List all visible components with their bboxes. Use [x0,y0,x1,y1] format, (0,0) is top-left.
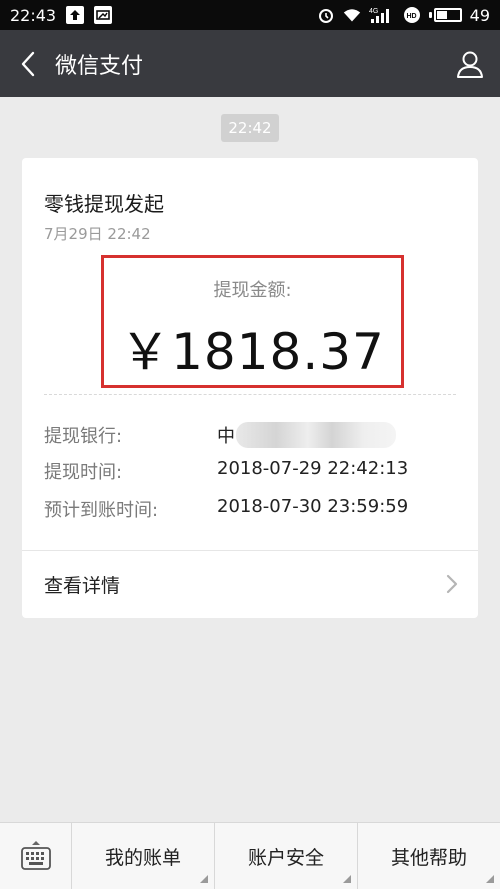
signal-icon: 4G [369,6,395,24]
battery-body [433,8,462,22]
alarm-icon [317,6,335,24]
back-button[interactable] [0,30,55,97]
chevron-right-icon [446,574,458,594]
status-right: 4G HD 49 [317,6,490,25]
network-type: 4G [369,8,378,15]
battery-fill [436,11,448,19]
detail-key: 预计到账时间: [44,500,159,521]
person-icon [457,51,483,78]
page-title: 微信支付 [55,53,144,79]
keyboard-toggle-button[interactable] [0,823,72,889]
card-date: 7月29日 22:42 [44,225,151,243]
detail-value: 2018-07-29 22:42:13 [217,458,409,479]
status-left: 22:43 [10,5,113,25]
wifi-icon [343,6,361,24]
menu-label: 其他帮助 [390,846,467,869]
withdrawal-card: 零钱提现发起 7月29日 22:42 提现金额: ￥1818.37 提现银行: … [22,158,478,618]
upload-icon [66,6,85,24]
amount-highlight-box: 提现金额: ￥1818.37 [101,255,404,388]
submenu-indicator-icon [200,875,208,883]
detail-key: 提现银行: [44,426,123,447]
status-time: 22:43 [10,5,57,25]
menu-my-bills[interactable]: 我的账单 [72,823,215,889]
menu-label: 账户安全 [247,846,324,869]
menu-account-security[interactable]: 账户安全 [215,823,358,889]
detail-row-bank: 提现银行: 中 [44,422,464,448]
detail-row-time: 提现时间: 2018-07-29 22:42:13 [44,458,464,484]
submenu-indicator-icon [486,875,494,883]
amount-value: ￥1818.37 [120,323,385,381]
submenu-indicator-icon [343,875,351,883]
hd-icon: HD [403,6,421,24]
title-bar: 微信支付 [0,30,500,97]
blurred-bank-name [236,422,396,448]
message-timestamp: 22:42 [221,114,279,142]
menu-other-help[interactable]: 其他帮助 [358,823,500,889]
view-details-label: 查看详情 [44,574,121,597]
bottom-menu: 我的账单 账户安全 其他帮助 [0,822,500,889]
battery-icon [428,8,462,22]
detail-row-arrival: 预计到账时间: 2018-07-30 23:59:59 [44,496,464,522]
amount-label: 提现金额: [213,280,292,301]
svg-text:HD: HD [406,13,416,20]
battery-percent: 49 [469,5,490,25]
card-title: 零钱提现发起 [44,192,164,216]
detail-value: 中 [217,426,235,447]
detail-value: 2018-07-30 23:59:59 [217,496,409,517]
screenshot-icon [94,6,113,24]
status-bar: 22:43 4G HD 49 [0,0,500,30]
detail-key: 提现时间: [44,462,123,483]
menu-label: 我的账单 [104,846,181,869]
battery-tip [428,12,432,18]
profile-button[interactable] [440,30,500,97]
view-details-link[interactable]: 查看详情 [22,551,478,617]
keyboard-icon [20,841,51,870]
back-arrow-icon [21,51,34,76]
dashed-divider [44,394,456,395]
